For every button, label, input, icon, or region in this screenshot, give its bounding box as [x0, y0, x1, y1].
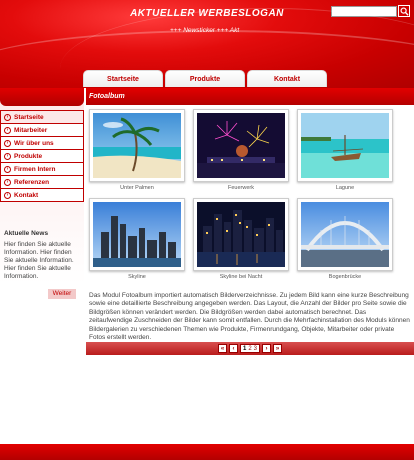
news-ticker: +++ Newsticker +++ Akt	[170, 27, 240, 34]
sidebar-item-label: Mitarbeiter	[14, 126, 48, 134]
photo-caption: Feuerwerk	[228, 185, 254, 191]
photo-frame[interactable]	[89, 198, 185, 271]
arrow-circle-icon: ›	[4, 152, 11, 160]
search-icon	[399, 6, 409, 16]
photo-item[interactable]: Bogenbrücke	[297, 198, 393, 280]
page-title: Fotoalbum	[86, 88, 414, 105]
news-more-button[interactable]: Weiter	[48, 289, 76, 299]
sidebar-item-label: Produkte	[14, 152, 43, 160]
photo-caption: Unter Palmen	[120, 185, 154, 191]
first-page-button[interactable]: «	[217, 344, 227, 353]
sidebar-menu: › Startseite › Mitarbeiter › Wir über un…	[0, 110, 84, 202]
page-numbers: 1 2 3	[239, 344, 261, 353]
photo-caption: Skyline	[128, 274, 146, 280]
sidebar-item-referenzen[interactable]: › Referenzen	[0, 176, 84, 189]
photo-item[interactable]: Lagune	[297, 109, 393, 191]
sidebar-item-label: Kontakt	[14, 191, 39, 199]
tab-startseite[interactable]: Startseite	[83, 70, 163, 87]
photo-frame[interactable]	[193, 109, 289, 182]
photo-item[interactable]: Skyline	[89, 198, 185, 280]
album-description: Das Modul Fotoalbum importiert automatis…	[89, 292, 410, 342]
sidebar: › Startseite › Mitarbeiter › Wir über un…	[0, 88, 84, 444]
beach-palm-image	[93, 113, 181, 178]
sidebar-header-bar	[0, 88, 84, 106]
search-button[interactable]	[398, 5, 410, 17]
fireworks-image	[197, 113, 285, 178]
search-input[interactable]	[331, 6, 397, 17]
arrow-circle-icon: ›	[4, 113, 11, 121]
arrow-circle-icon: ›	[4, 191, 11, 199]
header-banner: AKTUELLER WERBESLOGAN +++ Newsticker +++…	[0, 0, 414, 88]
news-text: Hier finden Sie aktuelle Information. Hi…	[4, 241, 74, 280]
tab-produkte[interactable]: Produkte	[165, 70, 245, 87]
next-page-button[interactable]: ›	[262, 344, 272, 353]
news-box: Aktuelle News Hier finden Sie aktuelle I…	[0, 230, 84, 299]
arrow-circle-icon: ›	[4, 165, 11, 173]
photo-caption: Lagune	[335, 185, 355, 191]
sidebar-item-firmen-intern[interactable]: › Firmen Intern	[0, 163, 84, 176]
photo-caption: Bogenbrücke	[328, 274, 362, 280]
arrow-circle-icon: ›	[4, 178, 11, 186]
photo-frame[interactable]	[297, 198, 393, 271]
photo-caption: Skyline bei Nacht	[219, 274, 263, 280]
top-navigation: Startseite Produkte Kontakt	[83, 70, 327, 87]
footer-bar	[0, 444, 414, 460]
page-number-3[interactable]: 3	[254, 346, 257, 352]
photo-item[interactable]: Feuerwerk	[193, 109, 289, 191]
sidebar-item-mitarbeiter[interactable]: › Mitarbeiter	[0, 124, 84, 137]
previous-page-button[interactable]: ‹	[228, 344, 238, 353]
last-page-button[interactable]: »	[273, 344, 283, 353]
pagination: « ‹ 1 2 3 › »	[86, 342, 414, 355]
sidebar-item-kontakt[interactable]: › Kontakt	[0, 189, 84, 202]
main-content: Fotoalbum Unter Palmen Feuerwerk Lagune …	[86, 88, 414, 444]
arch-bridge-image	[301, 202, 389, 267]
news-title: Aktuelle News	[4, 230, 49, 237]
photo-item[interactable]: Unter Palmen	[89, 109, 185, 191]
sidebar-item-startseite[interactable]: › Startseite	[0, 111, 84, 124]
photo-frame[interactable]	[89, 109, 185, 182]
lagoon-boat-image	[301, 113, 389, 178]
sidebar-item-label: Referenzen	[14, 178, 50, 186]
photo-frame[interactable]	[297, 109, 393, 182]
photo-item[interactable]: Skyline bei Nacht	[193, 198, 289, 280]
sidebar-item-wir-ueber-uns[interactable]: › Wir über uns	[0, 137, 84, 150]
sidebar-item-produkte[interactable]: › Produkte	[0, 150, 84, 163]
night-skyline-image	[197, 202, 285, 267]
arrow-circle-icon: ›	[4, 139, 11, 147]
sidebar-item-label: Wir über uns	[14, 139, 54, 147]
page-number-2[interactable]: 2	[248, 346, 251, 352]
tab-kontakt[interactable]: Kontakt	[247, 70, 327, 87]
arrow-circle-icon: ›	[4, 126, 11, 134]
city-skyline-image	[93, 202, 181, 267]
photo-frame[interactable]	[193, 198, 289, 271]
sidebar-item-label: Startseite	[14, 113, 44, 121]
page-number-1[interactable]: 1	[243, 346, 246, 352]
sidebar-item-label: Firmen Intern	[14, 165, 56, 173]
